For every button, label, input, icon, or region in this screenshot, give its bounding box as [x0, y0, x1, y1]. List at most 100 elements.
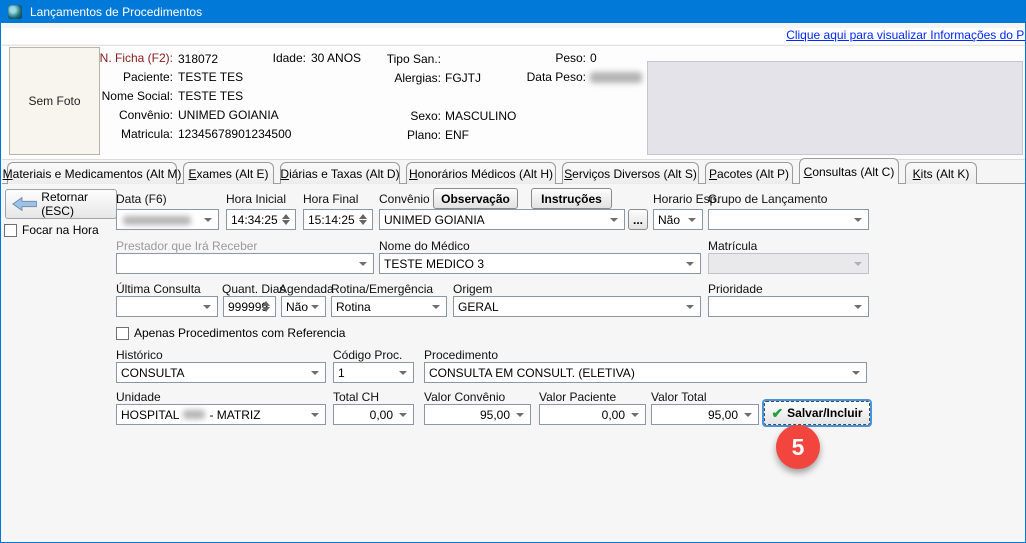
- field-historico[interactable]: CONSULTA: [116, 362, 326, 383]
- instrucoes-button[interactable]: Instruções: [531, 188, 612, 209]
- quant-dias-spinner[interactable]: [259, 298, 273, 315]
- label-idade: Idade:: [261, 51, 306, 65]
- field-horario-esp[interactable]: Não: [653, 209, 703, 230]
- nome-medico-value: TESTE MEDICO 3: [384, 257, 484, 271]
- hora-inicial-spinner[interactable]: [279, 211, 293, 228]
- label-prioridade: Prioridade: [708, 282, 763, 296]
- field-origem[interactable]: GERAL: [453, 296, 701, 317]
- link-row: Clique aqui para visualizar Informações …: [1, 28, 1025, 44]
- focar-na-hora-checkbox[interactable]: [4, 224, 17, 237]
- hora-inicial-value: 14:34:25: [231, 213, 278, 227]
- value-paciente: TESTE TES: [178, 70, 243, 84]
- label-alergias: Alergias:: [371, 71, 441, 85]
- value-peso: 0: [590, 51, 597, 65]
- field-total-ch[interactable]: 0,00: [333, 404, 414, 425]
- tab-label: Materiais e Medicamentos (Alt M): [3, 167, 182, 181]
- tab-consultas[interactable]: Consultas (Alt C): [799, 158, 899, 184]
- tab-servicos-diversos[interactable]: Serviços Diversos (Alt S): [562, 162, 699, 184]
- label-prestador: Prestador que Irá Receber: [116, 239, 257, 253]
- tab-kits[interactable]: Kits (Alt K): [905, 162, 977, 184]
- field-valor-total[interactable]: 95,00: [651, 404, 759, 425]
- return-button-label: Retornar (ESC): [41, 190, 116, 218]
- field-prioridade[interactable]: [708, 296, 869, 317]
- tab-materiais-medicamentos[interactable]: Materiais e Medicamentos (Alt M): [7, 162, 177, 184]
- patient-info-link[interactable]: Clique aqui para visualizar Informações …: [786, 28, 1026, 42]
- field-agendada[interactable]: Não: [281, 296, 326, 317]
- return-button[interactable]: Retornar (ESC): [5, 189, 117, 219]
- step-number: 5: [792, 434, 805, 461]
- label-rotina-emergencia: Rotina/Emergência: [331, 282, 433, 296]
- field-prestador[interactable]: [116, 253, 374, 274]
- salvar-incluir-button[interactable]: ✔ Salvar/Incluir: [764, 401, 870, 425]
- tab-pacotes[interactable]: Pacotes (Alt P): [705, 162, 793, 184]
- field-hora-final[interactable]: 15:14:25: [303, 209, 373, 230]
- apenas-procedimentos-checkbox[interactable]: [116, 327, 129, 340]
- check-icon: ✔: [771, 406, 783, 420]
- tab-label: Diárias e Taxas (Alt D): [280, 167, 399, 181]
- photo-placeholder-text: Sem Foto: [28, 94, 80, 108]
- observacao-button[interactable]: Observação: [433, 188, 518, 209]
- ellipsis-button[interactable]: ...: [628, 209, 648, 230]
- label-valor-paciente: Valor Paciente: [539, 390, 616, 404]
- value-alergias: FGJTJ: [445, 71, 481, 85]
- rotina-emergencia-value: Rotina: [336, 300, 371, 314]
- field-grupo-lancamento[interactable]: [708, 209, 869, 230]
- label-plano: Plano:: [371, 128, 441, 142]
- label-codigo-proc: Código Proc.: [333, 348, 402, 362]
- tab-exames[interactable]: Exames (Alt E): [183, 162, 274, 184]
- label-convenio-header: Convênio:: [91, 108, 173, 122]
- field-valor-paciente[interactable]: 0,00: [539, 404, 646, 425]
- value-matricula-header: 12345678901234500: [178, 127, 291, 141]
- field-nome-medico[interactable]: TESTE MEDICO 3: [379, 253, 701, 274]
- label-sexo: Sexo:: [371, 109, 441, 123]
- label-total-ch: Total CH: [333, 390, 379, 404]
- label-origem: Origem: [453, 282, 492, 296]
- procedimento-value: CONSULTA EM CONSULT. (ELETIVA): [429, 366, 635, 380]
- label-tipo-san: Tipo San.:: [371, 52, 441, 66]
- field-valor-convenio[interactable]: 95,00: [424, 404, 531, 425]
- field-matricula: [708, 253, 869, 274]
- valor-paciente-value: 0,00: [602, 408, 625, 422]
- field-hora-inicial[interactable]: 14:34:25: [226, 209, 296, 230]
- tab-label: Kits (Alt K): [913, 167, 970, 181]
- tab-label: Honorários Médicos (Alt H): [409, 167, 553, 181]
- field-quant-dias[interactable]: 999999: [223, 296, 276, 317]
- unidade-value-suffix: - MATRIZ: [209, 408, 260, 422]
- agendada-value: Não: [286, 300, 308, 314]
- header-side-panel: [647, 61, 1023, 155]
- field-ultima-consulta[interactable]: [116, 296, 218, 317]
- ellipsis-button-label: ...: [633, 213, 643, 227]
- label-procedimento: Procedimento: [424, 348, 498, 362]
- hora-final-value: 15:14:25: [308, 213, 355, 227]
- field-rotina-emergencia[interactable]: Rotina: [331, 296, 447, 317]
- value-n-ficha: 318072: [178, 52, 218, 66]
- tab-honorarios-medicos[interactable]: Honorários Médicos (Alt H): [406, 162, 556, 184]
- valor-convenio-value: 95,00: [480, 408, 510, 422]
- field-unidade[interactable]: HOSPITAL - MATRIZ: [116, 404, 326, 425]
- label-matricula: Matrícula: [708, 239, 757, 253]
- apenas-procedimentos-checkbox-row[interactable]: Apenas Procedimentos com Referencia: [116, 326, 345, 340]
- value-nome-social: TESTE TES: [178, 89, 243, 103]
- tab-label: Pacotes (Alt P): [709, 167, 789, 181]
- app-icon: [8, 5, 22, 19]
- total-ch-value: 0,00: [370, 408, 393, 422]
- tab-label: Consultas (Alt C): [804, 165, 895, 179]
- label-peso: Peso:: [516, 51, 586, 65]
- redacted-data-peso-value: [590, 72, 642, 83]
- label-valor-total: Valor Total: [651, 390, 707, 404]
- field-data-f6[interactable]: [116, 209, 219, 230]
- focar-na-hora-checkbox-row[interactable]: Focar na Hora: [4, 223, 99, 237]
- label-quant-dias: Quant. Dias: [222, 282, 285, 296]
- observacao-button-label: Observação: [441, 192, 510, 206]
- hora-final-spinner[interactable]: [356, 211, 370, 228]
- label-hora-final: Hora Final: [303, 192, 358, 206]
- tab-diarias-taxas[interactable]: Diárias e Taxas (Alt D): [280, 162, 400, 184]
- label-historico: Histórico: [116, 348, 163, 362]
- field-codigo-proc[interactable]: 1: [333, 362, 414, 383]
- historico-value: CONSULTA: [121, 366, 185, 380]
- field-procedimento[interactable]: CONSULTA EM CONSULT. (ELETIVA): [424, 362, 867, 383]
- field-convenio[interactable]: UNIMED GOIANIA: [379, 209, 625, 230]
- valor-total-value: 95,00: [708, 408, 738, 422]
- horario-esp-value: Não: [658, 213, 680, 227]
- value-idade: 30 ANOS: [311, 51, 361, 65]
